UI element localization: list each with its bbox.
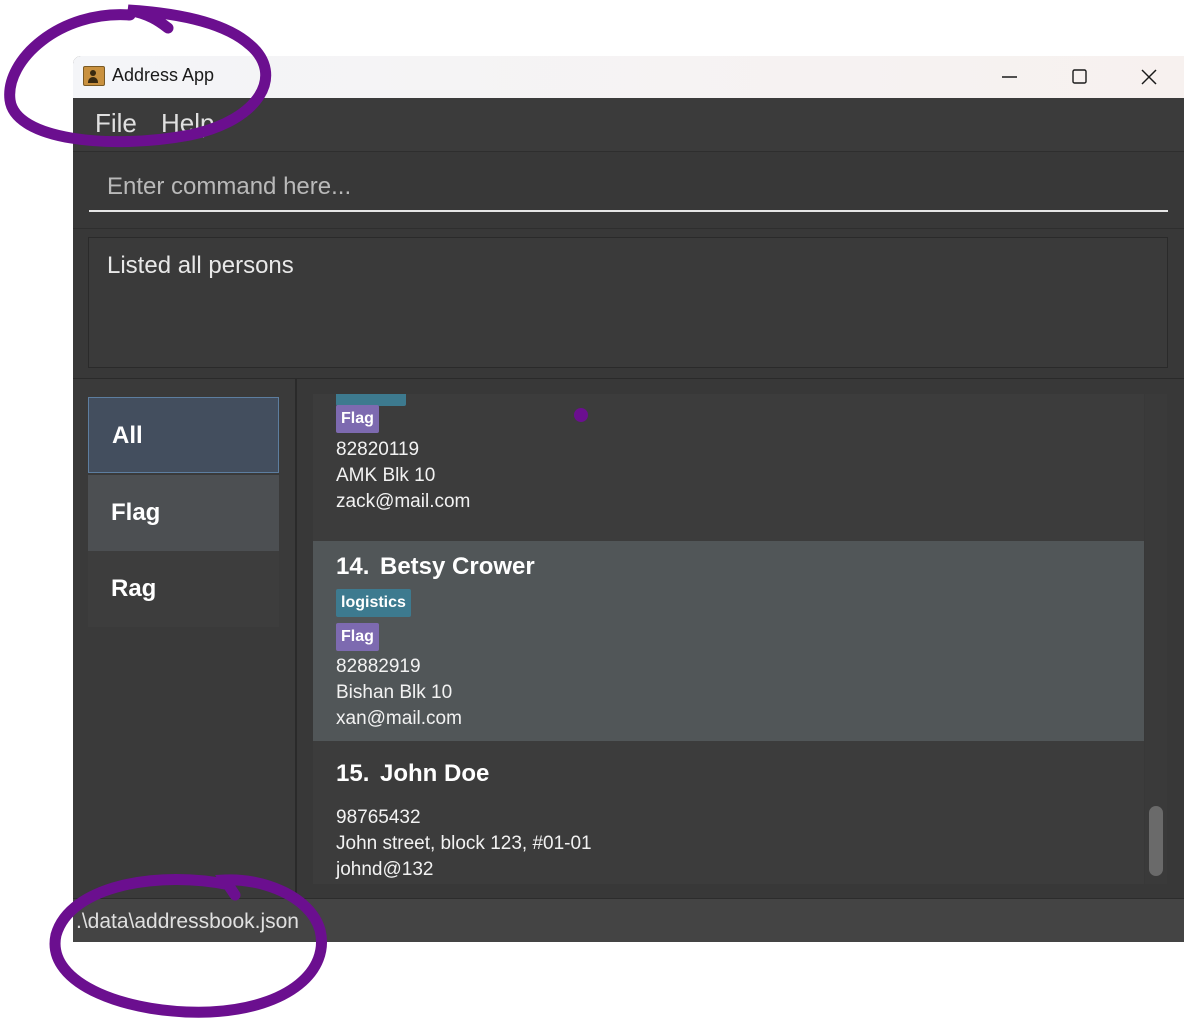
hand-drawn-annotations	[4, 4, 588, 1018]
annotation-circle-title	[4, 4, 272, 148]
annotation-circle-status	[49, 873, 327, 1018]
annotation-dot	[574, 408, 588, 422]
